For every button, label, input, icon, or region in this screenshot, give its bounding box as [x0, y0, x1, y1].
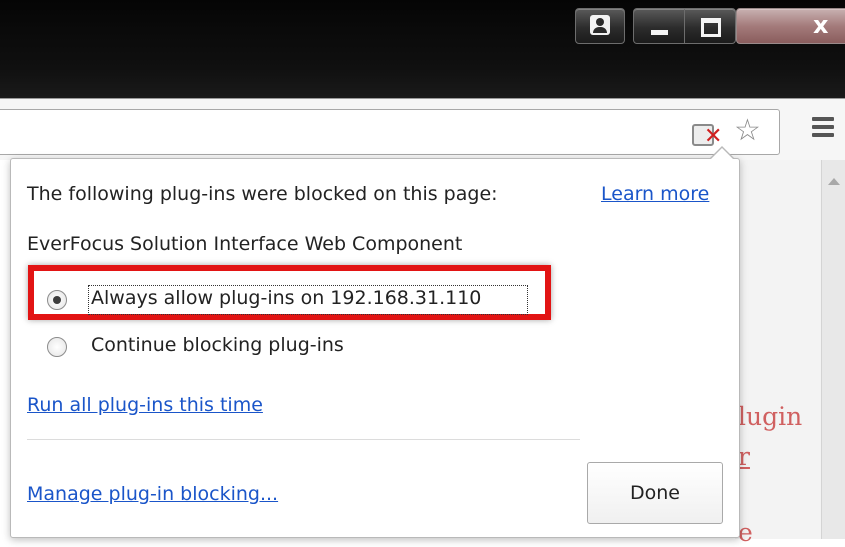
radio-checked[interactable]	[47, 290, 67, 310]
maximize-button[interactable]	[684, 8, 736, 44]
scroll-up-arrow-icon[interactable]	[828, 178, 840, 185]
close-window-button[interactable]: x	[736, 8, 845, 44]
option-label: Always allow plug-ins on 192.168.31.110	[91, 287, 482, 309]
blocked-x-icon: ✕	[704, 124, 723, 149]
divider	[27, 439, 580, 440]
blocked-plugin-icon[interactable]: ✕	[690, 120, 723, 149]
radio-unchecked[interactable]	[47, 337, 67, 357]
address-bar[interactable]: ✕ ☆	[0, 109, 780, 155]
bubble-heading: The following plug-ins were blocked on t…	[27, 183, 498, 205]
plugin-blocked-bubble: The following plug-ins were blocked on t…	[10, 146, 740, 538]
option-label: Continue blocking plug-ins	[91, 334, 344, 356]
done-button[interactable]: Done	[587, 462, 723, 524]
profile-button[interactable]	[575, 8, 625, 44]
blocked-plugin-name: EverFocus Solution Interface Web Compone…	[27, 233, 463, 255]
menu-icon[interactable]	[812, 117, 834, 141]
page-text-fragment: e	[738, 518, 753, 547]
page-text-fragment: lugin	[738, 402, 803, 431]
page-side-panel	[735, 160, 821, 539]
close-icon: x	[813, 11, 829, 39]
bookmark-star-icon[interactable]: ☆	[734, 115, 761, 147]
page-scrollbar[interactable]	[821, 160, 845, 539]
title-bar: x	[0, 0, 845, 98]
minimize-button[interactable]	[633, 8, 685, 44]
user-icon	[590, 15, 610, 35]
run-all-plugins-link[interactable]: Run all plug-ins this time	[27, 394, 263, 416]
manage-plugin-blocking-link[interactable]: Manage plug-in blocking...	[27, 483, 278, 505]
learn-more-link[interactable]: Learn more	[601, 183, 709, 205]
minimize-icon	[651, 30, 668, 35]
maximize-icon	[701, 18, 721, 37]
